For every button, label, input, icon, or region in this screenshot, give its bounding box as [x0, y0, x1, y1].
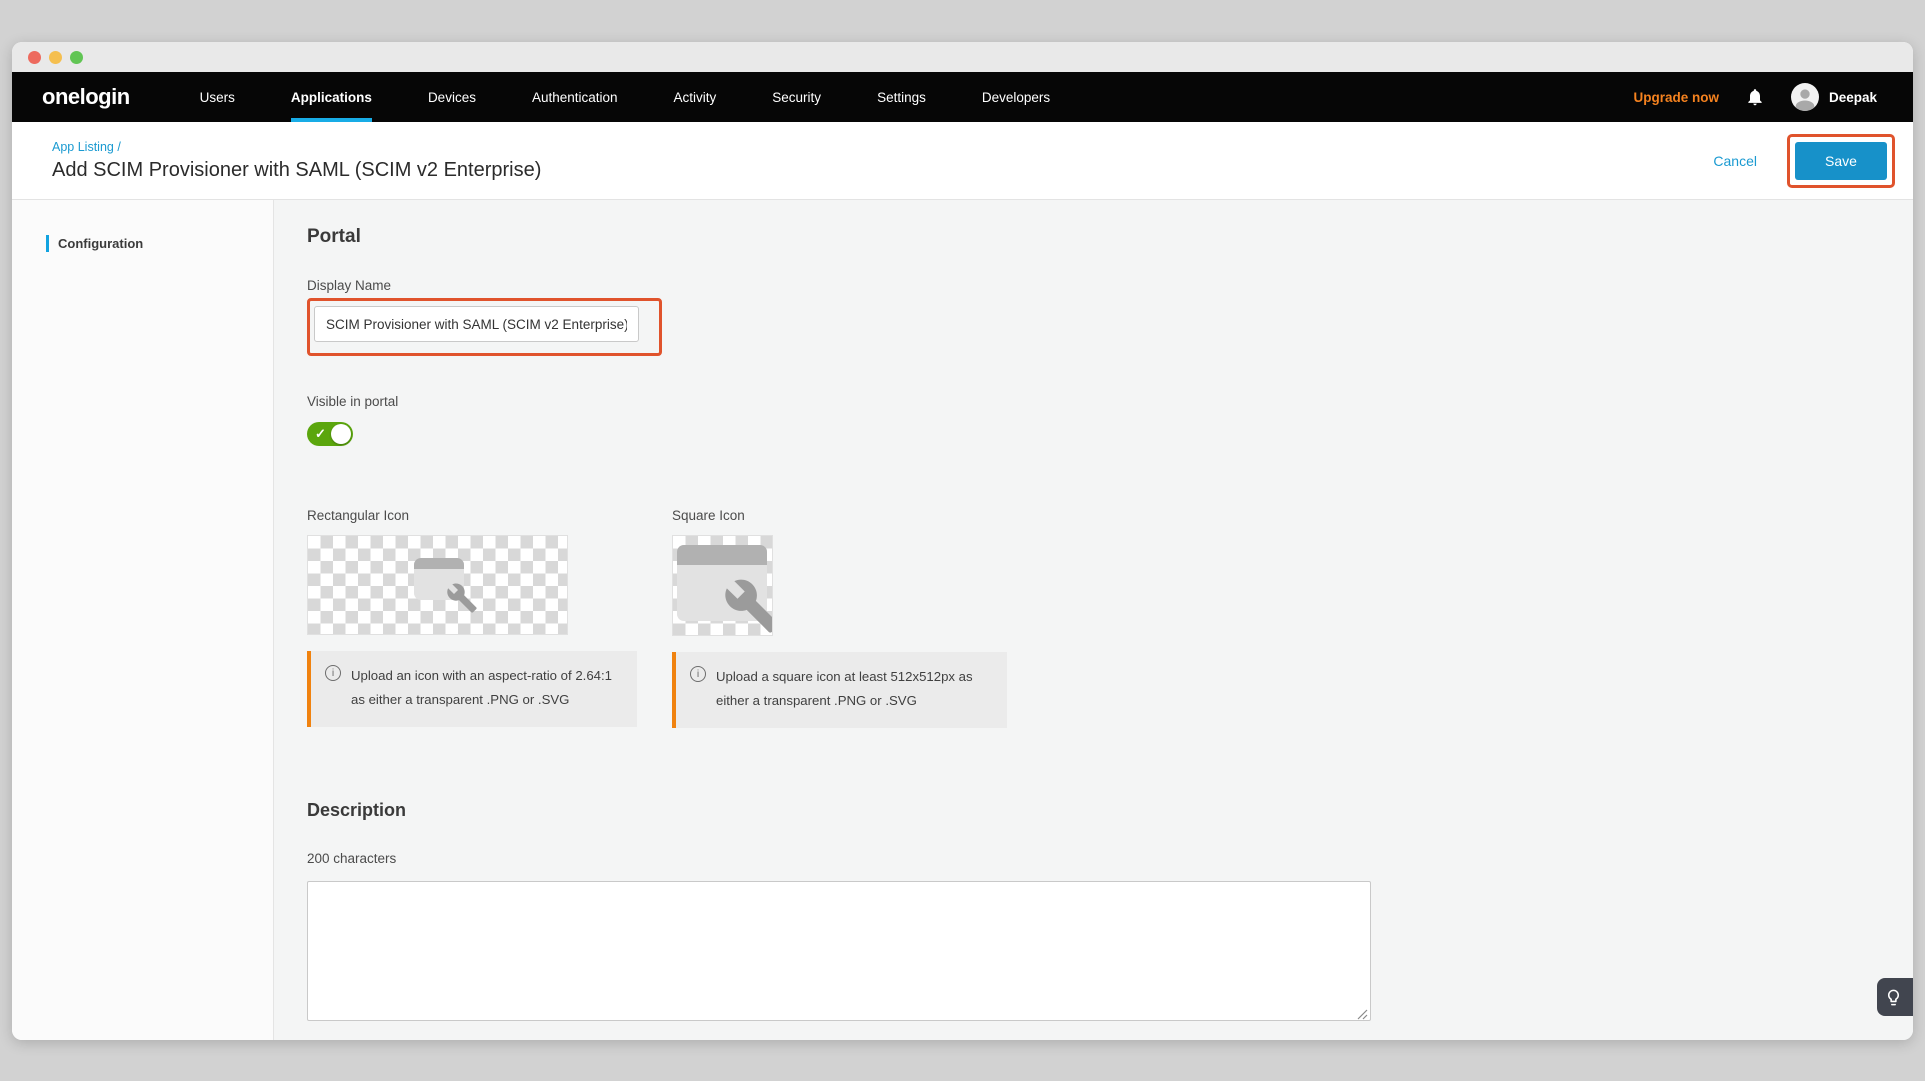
- app-window: onelogin Users Applications Devices Auth…: [12, 42, 1913, 1040]
- close-window-button[interactable]: [28, 51, 41, 64]
- rectangular-icon-help-text: Upload an icon with an aspect-ratio of 2…: [351, 664, 621, 712]
- upgrade-now-link[interactable]: Upgrade now: [1633, 90, 1719, 105]
- square-icon-help-box: i Upload a square icon at least 512x512p…: [672, 652, 1007, 728]
- icon-upload-row: Rectangular Icon i Uplo: [307, 508, 1913, 728]
- visible-in-portal-toggle[interactable]: ✓: [307, 422, 353, 446]
- nav-item-users[interactable]: Users: [200, 72, 235, 122]
- page-title: Add SCIM Provisioner with SAML (SCIM v2 …: [52, 159, 541, 182]
- wrench-icon: [446, 582, 478, 614]
- nav-item-settings[interactable]: Settings: [877, 72, 926, 122]
- help-tips-button[interactable]: [1877, 978, 1913, 1016]
- toggle-check-icon: ✓: [315, 426, 326, 442]
- info-icon: i: [325, 665, 341, 681]
- nav-item-authentication[interactable]: Authentication: [532, 72, 618, 122]
- sidebar: Configuration: [12, 200, 274, 1040]
- display-name-label: Display Name: [307, 278, 1913, 293]
- active-indicator-bar: [46, 235, 49, 252]
- cancel-button[interactable]: Cancel: [1713, 153, 1757, 169]
- rectangular-app-icon: [414, 558, 464, 600]
- breadcrumb[interactable]: App Listing /: [52, 140, 541, 154]
- visible-in-portal-label: Visible in portal: [307, 394, 1913, 409]
- page-header-actions: Cancel Save: [1713, 134, 1895, 188]
- notifications-bell-icon[interactable]: [1745, 87, 1765, 107]
- rectangular-icon-upload[interactable]: [307, 535, 568, 635]
- nav-menu: Users Applications Devices Authenticatio…: [200, 72, 1050, 122]
- info-icon: i: [690, 666, 706, 682]
- onelogin-logo[interactable]: onelogin: [42, 84, 130, 110]
- nav-item-developers[interactable]: Developers: [982, 72, 1050, 122]
- sidebar-item-label: Configuration: [58, 236, 143, 251]
- square-icon-label: Square Icon: [672, 508, 1007, 523]
- nav-item-devices[interactable]: Devices: [428, 72, 476, 122]
- square-icon-upload[interactable]: [672, 535, 773, 636]
- toggle-knob: [331, 424, 351, 444]
- portal-section-heading: Portal: [307, 226, 1913, 248]
- nav-item-applications[interactable]: Applications: [291, 72, 372, 122]
- app-window-titlebar-shape: [414, 558, 464, 569]
- window-titlebar: [12, 42, 1913, 72]
- minimize-window-button[interactable]: [49, 51, 62, 64]
- sidebar-item-configuration[interactable]: Configuration: [12, 232, 273, 254]
- maximize-window-button[interactable]: [70, 51, 83, 64]
- save-button[interactable]: Save: [1795, 142, 1887, 180]
- square-app-icon: [677, 545, 767, 621]
- page-header-titles: App Listing / Add SCIM Provisioner with …: [52, 140, 541, 182]
- nav-right-controls: Upgrade now Deepak: [1633, 72, 1877, 122]
- rectangular-icon-help-box: i Upload an icon with an aspect-ratio of…: [307, 651, 637, 727]
- user-menu[interactable]: Deepak: [1791, 83, 1877, 111]
- display-name-highlight: [307, 298, 662, 356]
- lightbulb-icon: [1884, 988, 1903, 1007]
- user-avatar: [1791, 83, 1819, 111]
- app-window-titlebar-shape: [677, 545, 767, 565]
- rectangular-icon-column: Rectangular Icon i Uplo: [307, 508, 637, 728]
- description-textarea[interactable]: [307, 881, 1371, 1021]
- character-count-label: 200 characters: [307, 851, 1913, 866]
- nav-item-security[interactable]: Security: [772, 72, 821, 122]
- square-icon-column: Square Icon i Upload a: [672, 508, 1007, 728]
- top-nav: onelogin Users Applications Devices Auth…: [12, 72, 1913, 122]
- wrench-icon: [723, 577, 773, 635]
- square-icon-help-text: Upload a square icon at least 512x512px …: [716, 665, 991, 713]
- main-panel: Portal Display Name Visible in portal ✓ …: [274, 200, 1913, 1040]
- content: Configuration Portal Display Name Visibl…: [12, 200, 1913, 1040]
- rectangular-icon-label: Rectangular Icon: [307, 508, 637, 523]
- save-button-highlight: Save: [1787, 134, 1895, 188]
- user-name: Deepak: [1829, 90, 1877, 105]
- page-header: App Listing / Add SCIM Provisioner with …: [12, 122, 1913, 200]
- display-name-input[interactable]: [314, 306, 639, 342]
- description-section-heading: Description: [307, 800, 1913, 821]
- nav-item-activity[interactable]: Activity: [674, 72, 717, 122]
- description-field-wrap: [307, 881, 1371, 1026]
- textarea-resize-handle[interactable]: [1357, 1009, 1368, 1020]
